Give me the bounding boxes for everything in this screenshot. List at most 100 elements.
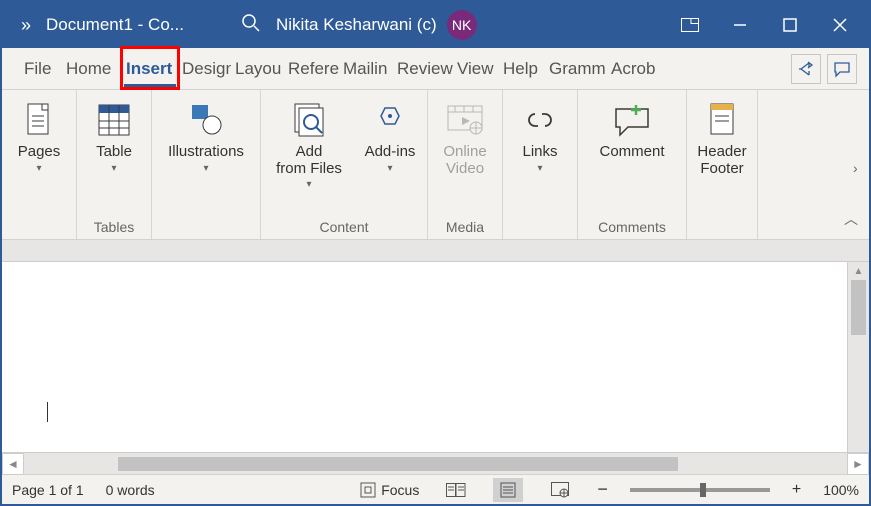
- pages-chevron-down-icon: ▾: [36, 163, 41, 174]
- tab-review[interactable]: Review: [393, 48, 453, 90]
- web-layout-icon[interactable]: [545, 478, 575, 502]
- zoom-out-button[interactable]: −: [597, 479, 608, 500]
- group-label: Comments: [598, 217, 666, 237]
- document-area: ▲: [2, 262, 869, 452]
- ribbon-insert: Pages▾Table▾TablesIllustrations▾Addfrom …: [2, 90, 869, 240]
- comments-pane-button[interactable]: [827, 54, 857, 84]
- ribbon-group-unnamed: Links ▾: [503, 90, 578, 239]
- zoom-slider[interactable]: [630, 488, 770, 492]
- tab-help[interactable]: Help: [499, 48, 545, 90]
- tab-design[interactable]: Design: [178, 48, 231, 90]
- ribbon-group-unnamed: HeaderFooter: [687, 90, 758, 239]
- window-controls: [665, 2, 865, 48]
- links-chevron-down-icon: ▾: [537, 163, 542, 174]
- links-button[interactable]: Links ▾: [509, 96, 571, 174]
- add-ins-label: Add-ins: [365, 144, 416, 161]
- title-bar: » Document1 - Co... Nikita Kesharwani (c…: [2, 2, 869, 48]
- add-ins-chevron-down-icon: ▾: [387, 163, 392, 174]
- add-ins-button[interactable]: Add-ins ▾: [359, 96, 421, 174]
- horizontal-scroll-thumb[interactable]: [118, 457, 678, 471]
- add-ins-icon: [370, 100, 410, 140]
- header-footer-button[interactable]: HeaderFooter: [693, 96, 751, 177]
- add-from-files-icon: [289, 100, 329, 140]
- collapse-ribbon-icon[interactable]: ︿: [837, 209, 865, 235]
- tab-home[interactable]: Home: [62, 48, 122, 90]
- comment-icon: [612, 100, 652, 140]
- illustrations-icon: [186, 100, 226, 140]
- scroll-up-icon[interactable]: ▲: [848, 262, 869, 280]
- zoom-in-button[interactable]: +: [792, 481, 801, 499]
- ribbon-tabs: FileHomeInsertDesignLayouRefereMailinRev…: [2, 48, 869, 90]
- scroll-right-icon[interactable]: ►: [847, 453, 869, 475]
- online-video-icon: [445, 100, 485, 140]
- horizontal-scrollbar[interactable]: ◄ ►: [2, 452, 869, 474]
- close-icon[interactable]: [815, 2, 865, 48]
- focus-icon: [360, 482, 376, 498]
- table-label: Table: [96, 144, 132, 161]
- ribbon-group-tables: Table ▾ Tables: [77, 90, 152, 239]
- vertical-scroll-thumb[interactable]: [851, 280, 866, 335]
- group-label: Content: [319, 217, 368, 237]
- add-from-files-button[interactable]: Addfrom Files ▾: [267, 96, 351, 190]
- zoom-slider-thumb[interactable]: [700, 483, 706, 497]
- focus-label: Focus: [381, 482, 419, 498]
- print-layout-icon[interactable]: [493, 478, 523, 502]
- add-from-files-chevron-down-icon: ▾: [306, 179, 311, 190]
- status-bar: Page 1 of 1 0 words Focus − + 100%: [2, 474, 869, 504]
- tab-view[interactable]: View: [453, 48, 499, 90]
- user-account[interactable]: Nikita Kesharwani (c) NK: [276, 10, 665, 40]
- table-icon: [94, 100, 134, 140]
- links-icon: [520, 100, 560, 140]
- tab-file[interactable]: File: [20, 48, 62, 90]
- share-button[interactable]: [791, 54, 821, 84]
- ribbon-group-unnamed: Pages ▾: [2, 90, 77, 239]
- illustrations-chevron-down-icon: ▾: [203, 163, 208, 174]
- online-video-label: OnlineVideo: [443, 144, 486, 177]
- tab-refere[interactable]: Refere: [284, 48, 339, 90]
- tab-gramm[interactable]: Gramm: [545, 48, 607, 90]
- document-page[interactable]: [2, 262, 847, 452]
- horizontal-ruler: [2, 240, 869, 262]
- ribbon-group-unnamed: Illustrations ▾: [152, 90, 261, 239]
- ribbon-group-content: Addfrom Files ▾ Add-ins ▾ Content: [261, 90, 428, 239]
- group-label: Media: [446, 217, 484, 237]
- links-label: Links: [522, 144, 557, 161]
- ribbon-group-media: OnlineVideo Media: [428, 90, 503, 239]
- scroll-left-icon[interactable]: ◄: [2, 453, 24, 475]
- maximize-icon[interactable]: [765, 2, 815, 48]
- zoom-level[interactable]: 100%: [823, 482, 859, 498]
- text-cursor: [47, 402, 48, 422]
- illustrations-label: Illustrations: [168, 144, 244, 161]
- focus-mode-button[interactable]: Focus: [360, 482, 419, 498]
- tab-acrob[interactable]: Acrob: [607, 48, 660, 90]
- table-button[interactable]: Table ▾: [83, 96, 145, 174]
- read-mode-icon[interactable]: [441, 478, 471, 502]
- ribbon-group-comments: Comment Comments: [578, 90, 687, 239]
- pages-icon: [19, 100, 59, 140]
- comment-button[interactable]: Comment: [584, 96, 680, 161]
- header-footer-label: HeaderFooter: [697, 144, 746, 177]
- minimize-icon[interactable]: [715, 2, 765, 48]
- group-label: Tables: [94, 217, 134, 237]
- page-count[interactable]: Page 1 of 1: [12, 482, 84, 498]
- tab-mailin[interactable]: Mailin: [339, 48, 393, 90]
- illustrations-button[interactable]: Illustrations ▾: [158, 96, 254, 174]
- comment-label: Comment: [599, 144, 664, 161]
- user-name-label: Nikita Kesharwani (c): [276, 15, 437, 35]
- header-footer-icon: [702, 100, 742, 140]
- table-chevron-down-icon: ▾: [111, 163, 116, 174]
- search-icon[interactable]: [226, 13, 276, 38]
- tab-insert[interactable]: Insert: [122, 48, 178, 90]
- pages-label: Pages: [18, 144, 61, 161]
- ribbon-overflow-chevron[interactable]: »: [6, 15, 46, 36]
- ribbon-display-options-icon[interactable]: [665, 2, 715, 48]
- online-video-button: OnlineVideo: [434, 96, 496, 177]
- add-from-files-label: Addfrom Files: [276, 144, 342, 177]
- word-count[interactable]: 0 words: [106, 482, 155, 498]
- tab-layou[interactable]: Layou: [231, 48, 284, 90]
- avatar: NK: [447, 10, 477, 40]
- pages-button[interactable]: Pages ▾: [8, 96, 70, 174]
- document-title: Document1 - Co...: [46, 15, 226, 35]
- vertical-scrollbar[interactable]: ▲: [847, 262, 869, 452]
- ribbon-scroll-right[interactable]: ›: [853, 160, 867, 176]
